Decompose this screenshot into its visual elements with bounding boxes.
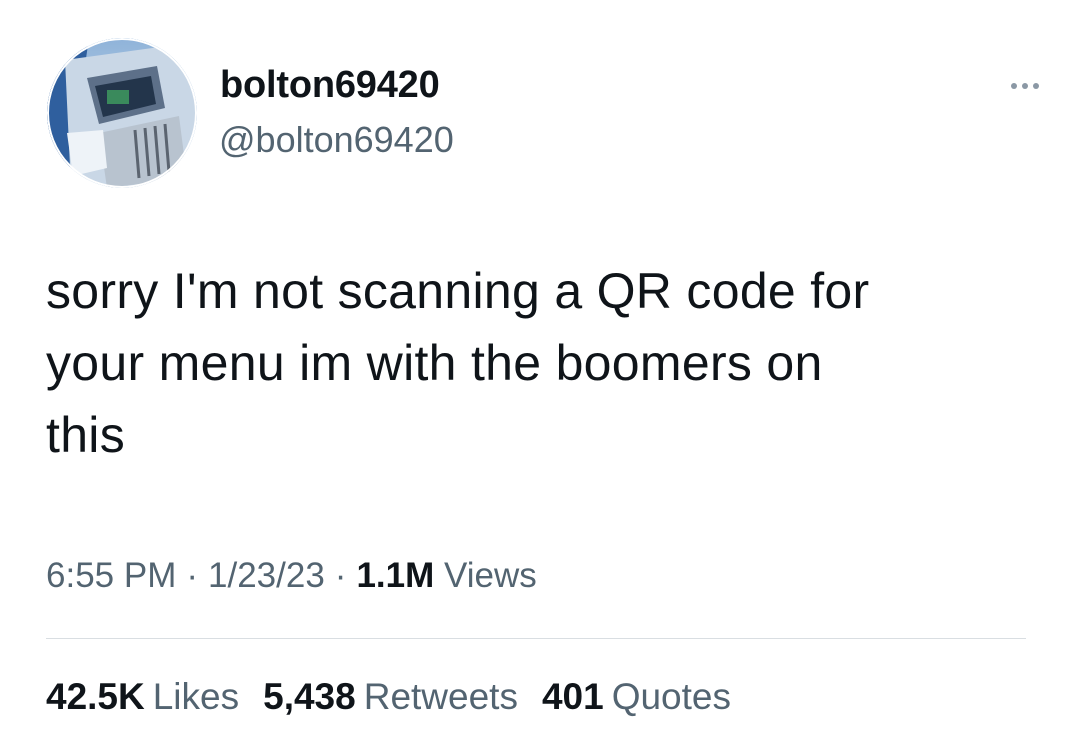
tweet-meta: 6:55 PM · 1/23/23 · 1.1M Views (46, 553, 537, 599)
likes-stat[interactable]: 42.5K Likes (46, 674, 239, 720)
display-name[interactable]: bolton69420 (220, 62, 440, 108)
tweet-card: bolton69420 @bolton69420 sorry I'm not s… (0, 0, 1070, 747)
tweet-text: sorry I'm not scanning a QR code for you… (46, 255, 1036, 471)
user-handle[interactable]: @bolton69420 (219, 118, 454, 162)
ellipsis-dot (1033, 83, 1039, 89)
retweets-stat[interactable]: 5,438 Retweets (263, 674, 518, 720)
quotes-count: 401 (541, 676, 604, 717)
meta-separator: · (334, 556, 347, 595)
tweet-time[interactable]: 6:55 PM (46, 556, 176, 595)
engagement-stats: 42.5K Likes 5,438 Retweets 401 Quotes (46, 674, 731, 720)
views-count: 1.1M (356, 556, 435, 595)
truck-avatar-photo (47, 38, 197, 188)
ellipsis-dot (1011, 83, 1017, 89)
likes-count: 42.5K (46, 676, 145, 717)
retweets-label: Retweets (363, 676, 518, 717)
likes-label: Likes (152, 676, 240, 717)
tweet-text-line: your menu im with the boomers on (46, 335, 823, 391)
avatar[interactable] (47, 38, 197, 188)
quotes-stat[interactable]: 401 Quotes (542, 674, 731, 720)
meta-separator: · (186, 556, 199, 595)
divider (46, 638, 1026, 639)
tweet-text-line: this (46, 407, 126, 463)
tweet-text-line: sorry I'm not scanning a QR code for (46, 263, 870, 319)
ellipsis-icon[interactable] (1003, 72, 1047, 100)
retweets-count: 5,438 (263, 676, 356, 717)
views-label: Views (444, 556, 537, 595)
quotes-label: Quotes (611, 676, 731, 717)
tweet-date[interactable]: 1/23/23 (208, 556, 325, 595)
ellipsis-dot (1022, 83, 1028, 89)
